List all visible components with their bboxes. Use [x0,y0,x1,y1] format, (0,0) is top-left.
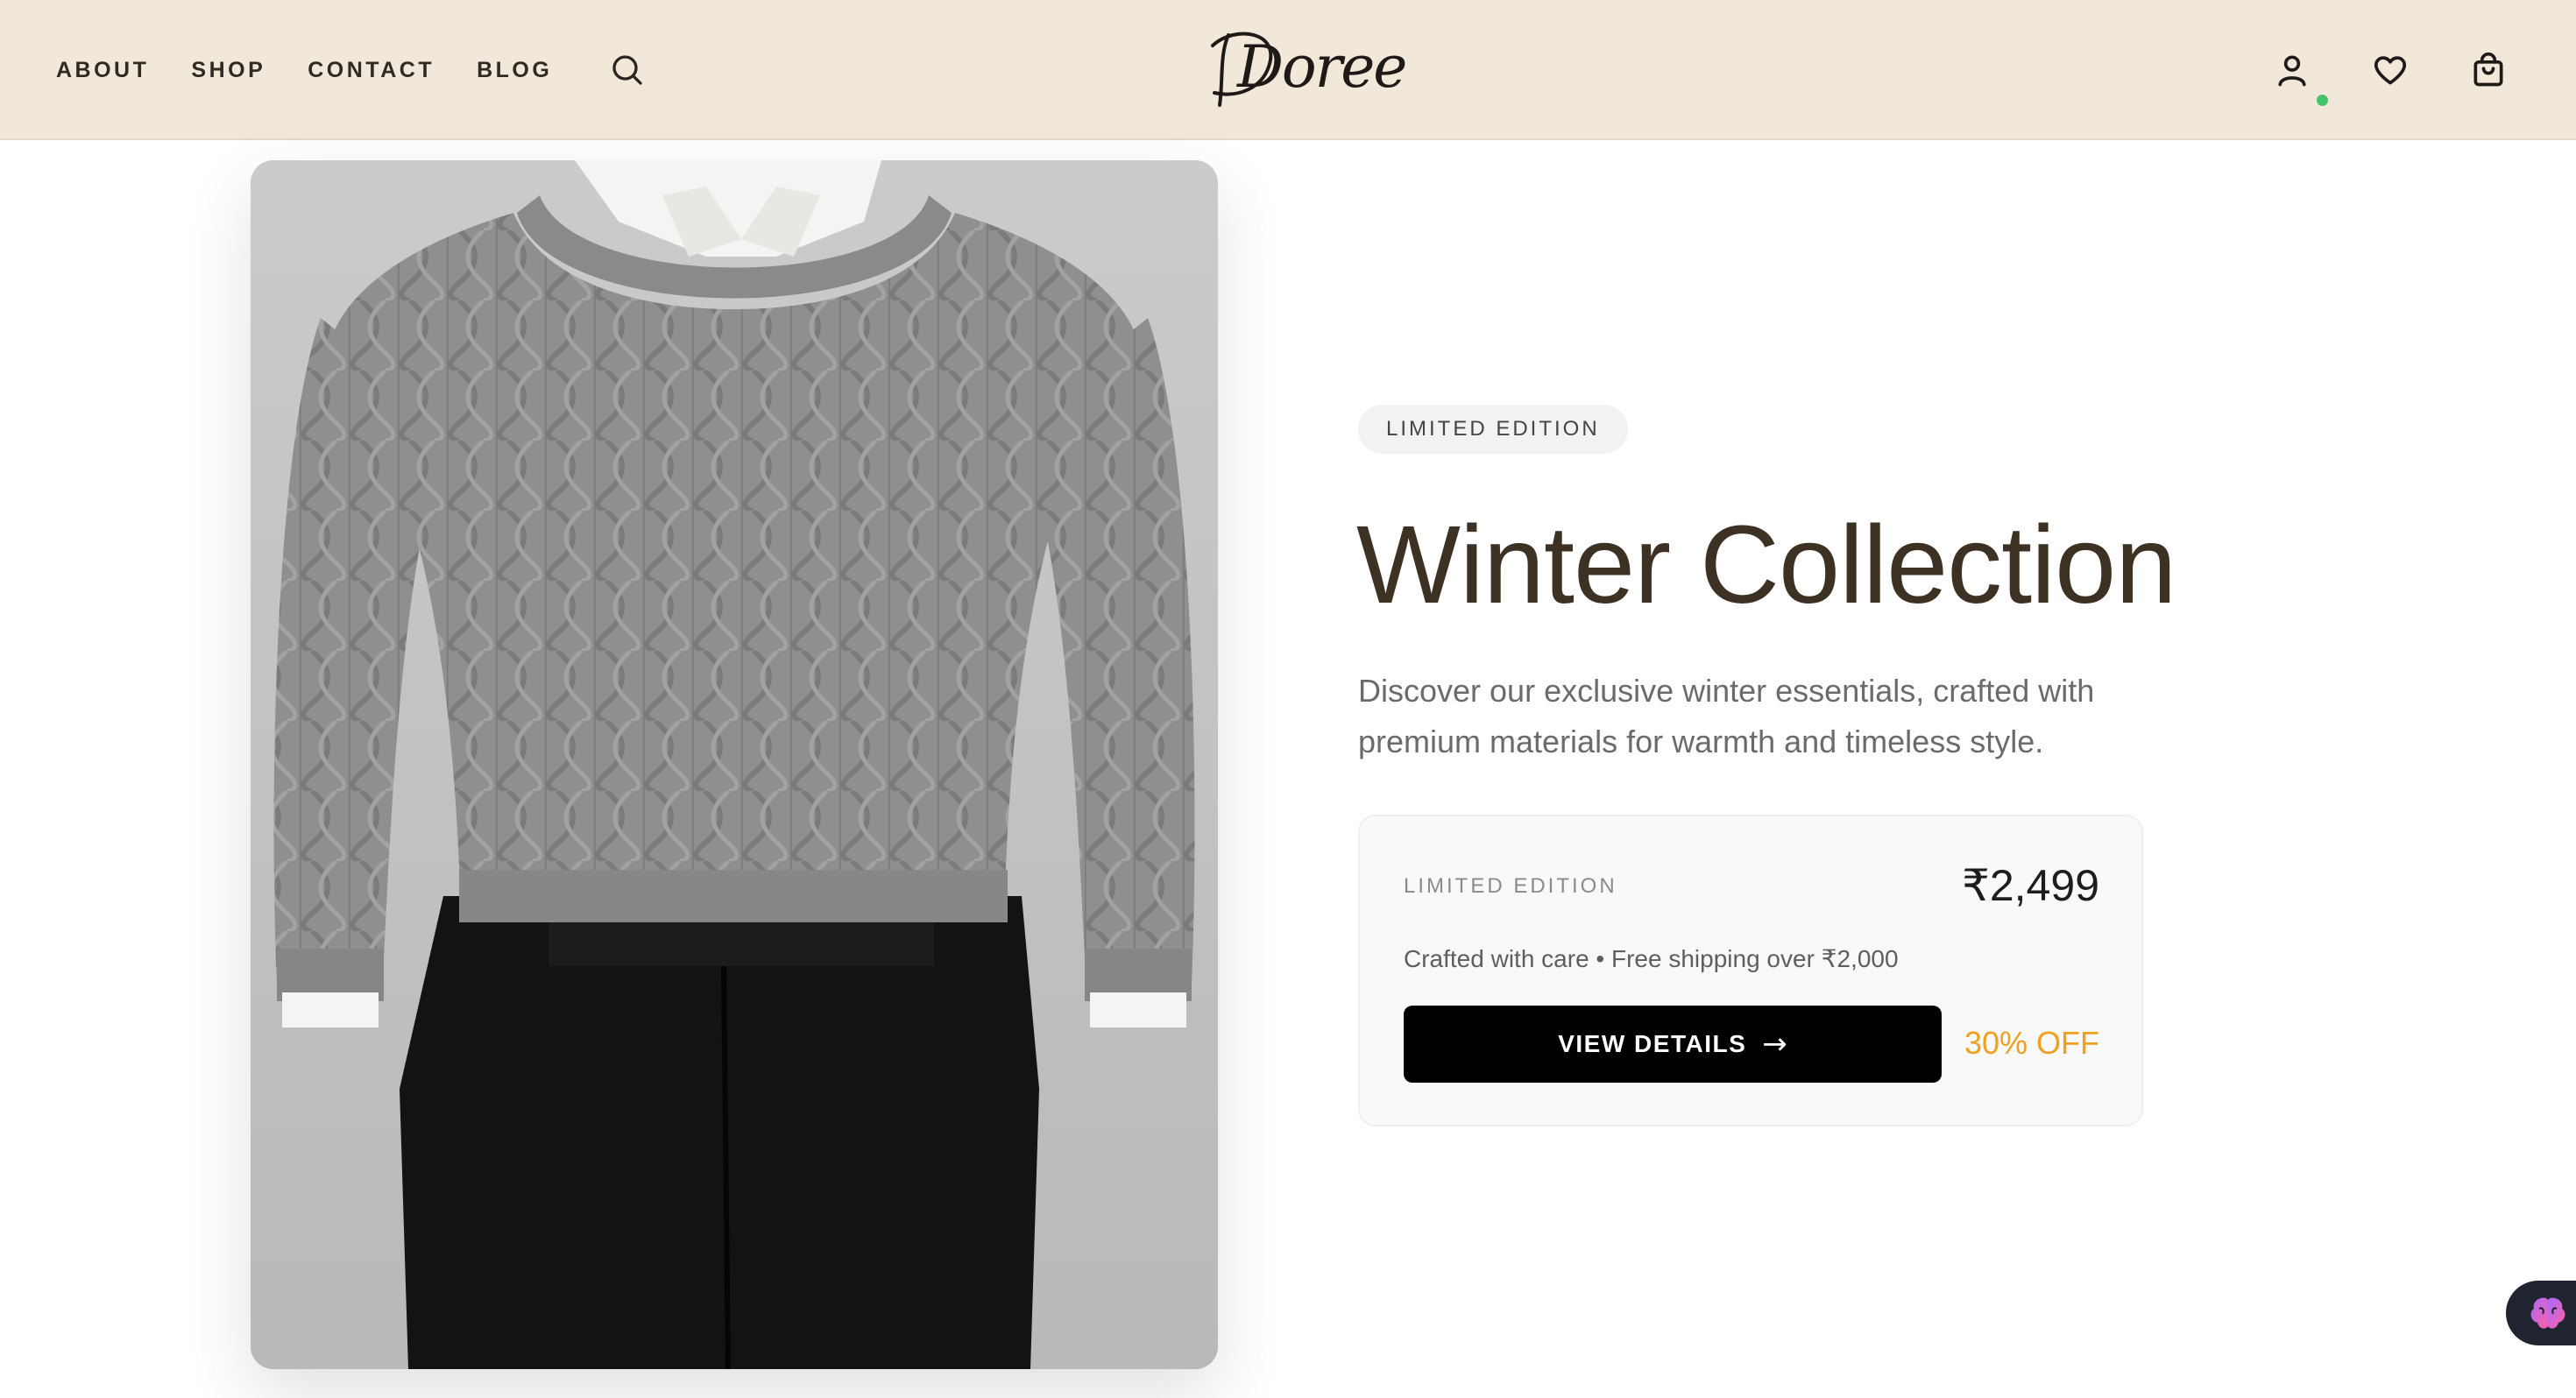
price-card: LIMITED EDITION ₹2,499 Crafted with care… [1358,815,2143,1126]
page-title: Winter Collection [1356,503,2176,626]
discount-label: 30% OFF [1964,1025,2099,1061]
site-header: ABOUT SHOP CONTACT BLOG Doree [0,0,2576,140]
brand-logo[interactable]: Doree [1200,19,1407,116]
nav-blog[interactable]: BLOG [477,58,552,83]
card-edition-label: LIMITED EDITION [1404,874,1617,898]
view-details-button[interactable]: VIEW DETAILS → [1404,1006,1942,1083]
nav-shop[interactable]: SHOP [191,58,265,83]
logo-text: Doree [1237,33,1407,101]
product-image[interactable] [251,160,1218,1369]
arrow-right-icon: → [1762,1027,1787,1062]
collection-description: Discover our exclusive winter essentials… [1358,673,2095,759]
user-icon[interactable] [2273,51,2311,89]
online-status-dot [2317,95,2328,106]
brain-icon [2530,1297,2565,1329]
view-details-label: VIEW DETAILS [1558,1030,1747,1057]
sweater-model-photo [251,160,1218,1369]
main-nav: ABOUT SHOP CONTACT BLOG [56,0,645,140]
cart-icon[interactable] [2469,51,2508,89]
nav-contact[interactable]: CONTACT [308,58,435,83]
limited-edition-badge: LIMITED EDITION [1358,405,1628,454]
assistant-widget-button[interactable] [2506,1281,2576,1345]
heart-icon[interactable] [2371,51,2410,89]
price: ₹2,499 [1962,861,2099,910]
shipping-note: Crafted with care • Free shipping over ₹… [1404,945,1899,972]
nav-about[interactable]: ABOUT [56,58,149,83]
search-icon[interactable] [610,53,645,88]
